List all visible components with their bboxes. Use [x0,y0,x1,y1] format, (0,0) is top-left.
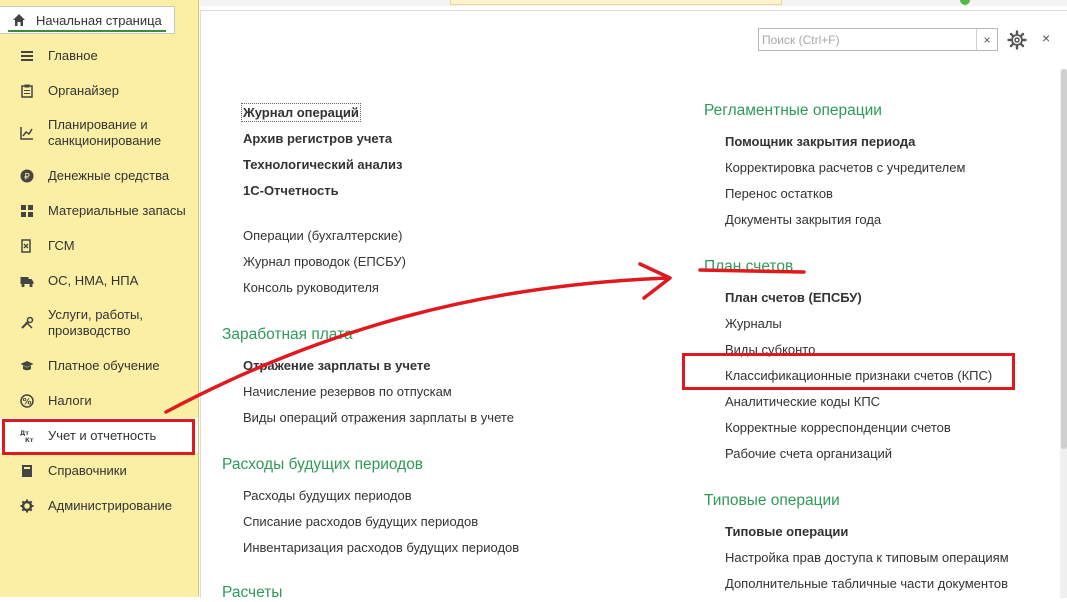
sidebar-item-fuel[interactable]: ГСМ [0,228,198,263]
link-deferred-writeoff[interactable]: Списание расходов будущих периодов [243,514,478,529]
link-accounting-operations[interactable]: Операции (бухгалтерские) [243,228,402,243]
link-additional-table-parts[interactable]: Дополнительные табличные части документо… [725,576,1008,591]
dt-kt-icon: Дт Кт [20,429,34,443]
scrollbar-thumb[interactable] [1061,69,1067,449]
svg-text:Дт: Дт [20,430,29,437]
tools-icon [20,316,34,330]
link-typical-access-rights[interactable]: Настройка прав доступа к типовым операци… [725,550,1009,565]
link-org-working-accounts[interactable]: Рабочие счета организаций [725,446,892,461]
sidebar-item-label: Платное обучение [48,357,160,373]
sidebar: Начальная страница Главное Органайзер Пл… [0,0,199,597]
search-input[interactable] [759,29,976,50]
vertical-scrollbar[interactable] [1060,69,1067,598]
sidebar-item-label: Справочники [48,462,127,478]
svg-text:%: % [22,397,31,407]
chart-icon [20,126,34,140]
link-vacation-reserves[interactable]: Начисление резервов по отпускам [243,384,452,399]
clipboard-icon [20,84,34,98]
section-title-salary: Заработная плата [222,326,353,343]
sidebar-item-taxes[interactable]: % Налоги [0,383,198,418]
sidebar-item-cash[interactable]: ₽ Денежные средства [0,158,198,193]
close-button[interactable]: × [1042,30,1050,46]
link-typical-operations[interactable]: Типовые операции [725,524,848,539]
link-journals[interactable]: Журналы [725,316,782,331]
link-chart-of-accounts-epsbu[interactable]: План счетов (ЕПСБУ) [725,290,862,305]
sidebar-item-paid-education[interactable]: Платное обучение [0,348,198,383]
sidebar-item-administration[interactable]: Администрирование [0,488,198,523]
svg-text:Кт: Кт [25,437,34,443]
link-kps-analytic-codes[interactable]: Аналитические коды КПС [725,394,880,409]
sidebar-item-label: Планирование и санкционирование [48,117,162,148]
sidebar-item-accounting[interactable]: Дт Кт Учет и отчетность [0,418,198,453]
sidebar-item-services[interactable]: Услуги, работы, производство [0,298,198,348]
top-tab-edge [450,0,782,5]
link-period-close-assistant[interactable]: Помощник закрытия периода [725,134,915,149]
home-tab-underline [8,30,166,32]
sidebar-item-main[interactable]: Главное [0,38,198,73]
link-subconto-types[interactable]: Виды субконто [725,342,815,357]
gear-icon [20,499,34,513]
search-box: × [758,28,998,51]
sidebar-item-directories[interactable]: Справочники [0,453,198,488]
sidebar-item-label: ОС, НМА, НПА [48,272,139,288]
fuel-icon [20,238,34,253]
sidebar-item-label: Материальные запасы [48,202,186,218]
sidebar-item-label: Органайзер [48,82,119,98]
graduation-cap-icon [20,359,34,373]
sidebar-item-label: Администрирование [48,497,172,513]
settings-gear-icon[interactable] [1007,30,1027,50]
search-clear-button[interactable]: × [976,29,997,50]
top-strip [200,0,1067,6]
sidebar-nav: Главное Органайзер Планирование и санкци… [0,38,198,523]
sidebar-item-label: Денежные средства [48,167,170,183]
sidebar-item-label: Главное [48,47,98,63]
home-tab[interactable]: Начальная страница [0,6,175,34]
section-title-typical: Типовые операции [704,492,840,509]
status-indicator [960,0,970,5]
main-panel: × × Журнал операций Архив регистров учет… [200,10,1067,601]
home-tab-label: Начальная страница [36,12,162,28]
link-salary-reflection[interactable]: Отражение зарплаты в учете [243,358,431,373]
link-registers-archive[interactable]: Архив регистров учета [243,131,392,146]
link-deferred-inventory[interactable]: Инвентаризация расходов будущих периодов [243,540,519,555]
sidebar-item-organizer[interactable]: Органайзер [0,73,198,108]
svg-text:₽: ₽ [24,172,30,182]
link-kps-classification[interactable]: Классификационные признаки счетов (КПС) [725,368,992,383]
link-balance-transfer[interactable]: Перенос остатков [725,186,833,201]
tax-icon: % [20,393,34,408]
sidebar-item-planning[interactable]: Планирование и санкционирование [0,108,198,158]
link-tech-analysis[interactable]: Технологический анализ [243,157,402,172]
sidebar-item-label: Учет и отчетность [48,427,157,443]
link-year-close-docs[interactable]: Документы закрытия года [725,212,881,227]
sidebar-item-label: ГСМ [48,237,75,253]
link-salary-operation-types[interactable]: Виды операций отражения зарплаты в учете [243,410,514,425]
link-operations-journal[interactable]: Журнал операций [241,103,361,122]
sidebar-item-fixed-assets[interactable]: ОС, НМА, НПА [0,263,198,298]
link-postings-journal[interactable]: Журнал проводок (ЕПСБУ) [243,254,406,269]
link-founder-adjustment[interactable]: Корректировка расчетов с учредителем [725,160,965,175]
book-icon [20,464,34,478]
sidebar-item-inventory[interactable]: Материальные запасы [0,193,198,228]
grid-icon [20,204,34,218]
link-manager-console[interactable]: Консоль руководителя [243,280,379,295]
link-1c-reporting[interactable]: 1С-Отчетность [243,183,339,198]
section-title-chart-of-accounts: План счетов [704,258,794,275]
sidebar-item-label: Налоги [48,392,92,408]
home-icon [13,14,25,26]
sidebar-item-label: Услуги, работы, производство [48,307,143,338]
link-deferred-expenses[interactable]: Расходы будущих периодов [243,488,412,503]
ruble-coin-icon: ₽ [20,169,34,183]
link-correct-correspondences[interactable]: Корректные корреспонденции счетов [725,420,951,435]
truck-icon [20,274,34,288]
section-title-settlements: Расчеты [222,584,283,601]
menu-lines-icon [20,49,34,63]
section-title-deferred: Расходы будущих периодов [222,456,424,473]
section-title-regl: Регламентные операции [704,102,882,119]
